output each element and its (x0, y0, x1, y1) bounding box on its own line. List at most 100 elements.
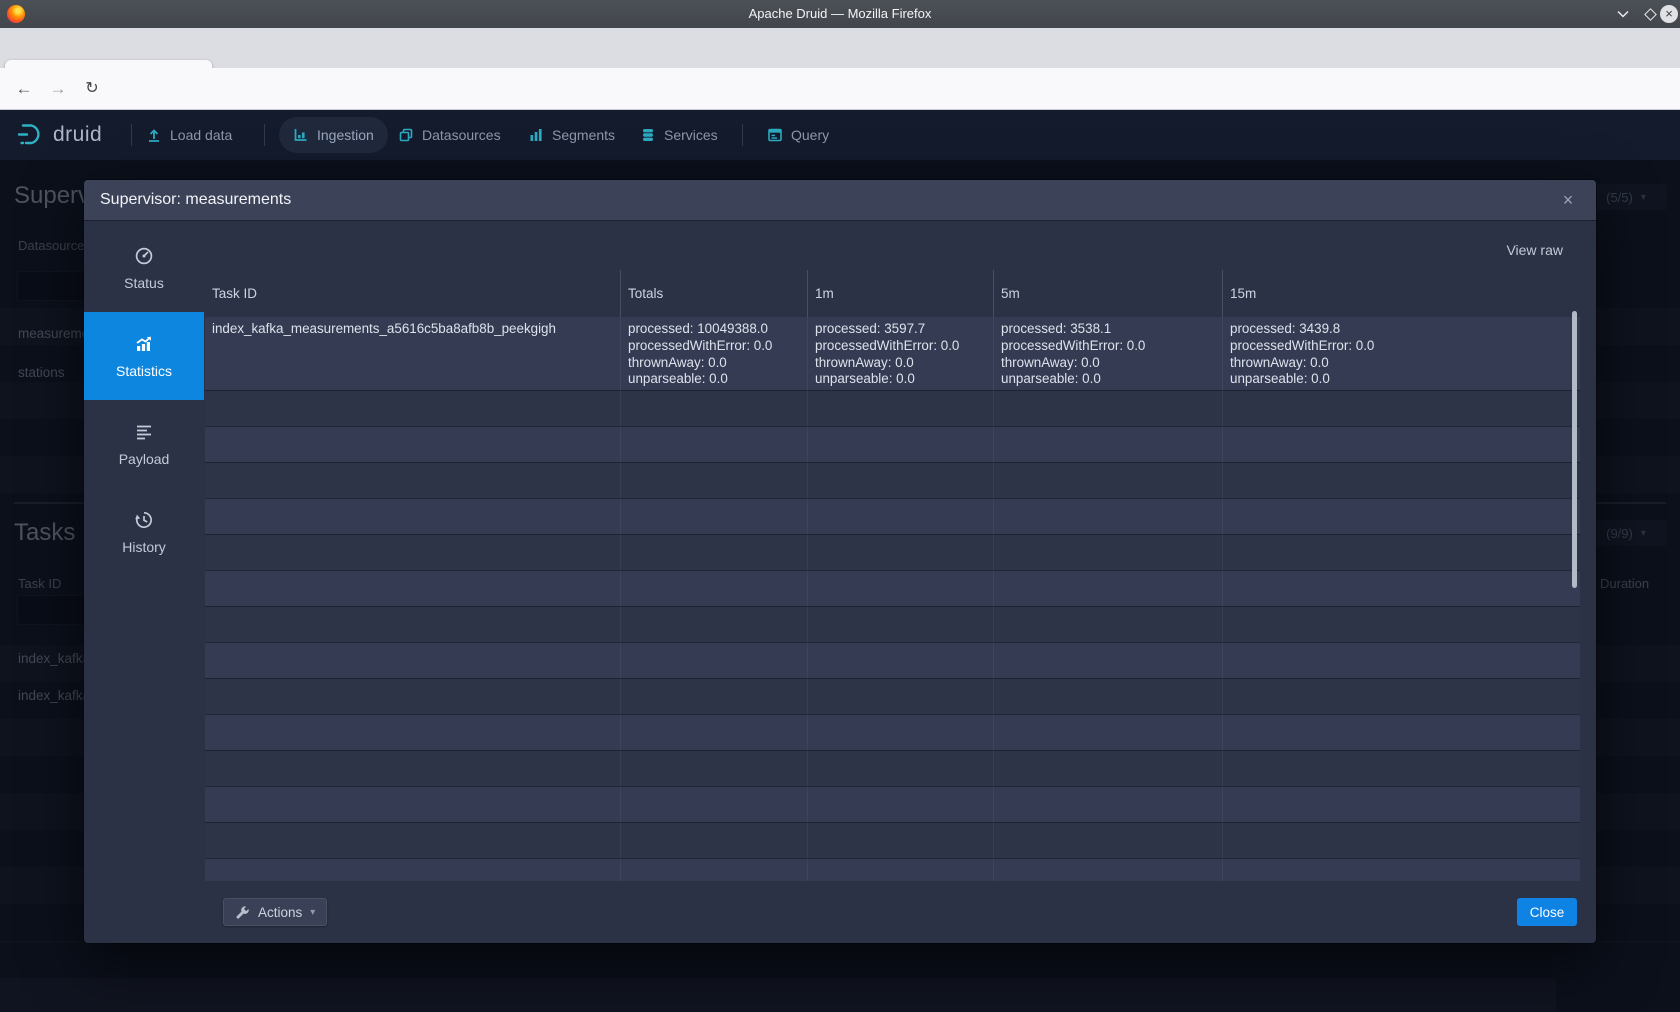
empty-cell (205, 391, 620, 426)
tab-status[interactable]: Status (84, 224, 204, 312)
table-header-row: Task ID Totals 1m 5m 15m (205, 270, 1580, 317)
nav-item-segments[interactable]: Segments (528, 110, 615, 160)
forward-button[interactable]: → (44, 68, 72, 109)
empty-cell (620, 607, 807, 642)
dialog-sidebar: Status Statistics Payload History (84, 220, 204, 943)
nav-item-label: Datasources (422, 127, 501, 143)
empty-cell (620, 787, 807, 822)
window-maximize-button[interactable] (1641, 5, 1659, 23)
reload-button[interactable]: ↻ (78, 68, 106, 109)
druid-navbar: druid Load data Ingestion Datasources Se… (0, 110, 1680, 160)
window-minimize-button[interactable] (1614, 5, 1632, 23)
nav-item-ingestion[interactable]: Ingestion (279, 117, 388, 153)
window-close-button[interactable]: × (1660, 5, 1678, 23)
statistics-table: Task ID Totals 1m 5m 15m index_kafka_mea… (205, 270, 1580, 881)
empty-cell (993, 715, 1222, 750)
nav-item-services[interactable]: Services (640, 110, 718, 160)
empty-cell (993, 535, 1222, 570)
empty-cell (993, 823, 1222, 858)
table-row-empty (205, 750, 1580, 786)
navbar-divider (742, 124, 743, 146)
druid-logo-icon (16, 122, 46, 148)
table-row-empty (205, 714, 1580, 750)
dialog-close-icon[interactable]: × (1556, 190, 1580, 211)
tab-label: Statistics (116, 363, 172, 379)
empty-cell (1222, 463, 1580, 498)
empty-cell (1222, 643, 1580, 678)
close-button[interactable]: Close (1517, 898, 1577, 926)
tab-label: Payload (119, 451, 170, 467)
column-header-totals: Totals (620, 270, 807, 317)
datasources-icon (398, 127, 414, 143)
payload-align-left-icon (134, 422, 154, 442)
empty-cell (1222, 679, 1580, 714)
actions-button-label: Actions (258, 905, 302, 920)
load-data-icon (146, 127, 162, 143)
nav-item-label: Services (664, 127, 718, 143)
empty-cell (993, 571, 1222, 606)
empty-cell (620, 715, 807, 750)
services-icon (640, 127, 656, 143)
empty-cell (620, 427, 807, 462)
table-scrollbar-thumb[interactable] (1572, 311, 1577, 588)
window-title: Apache Druid — Mozilla Firefox (0, 0, 1680, 28)
nav-item-datasources[interactable]: Datasources (398, 110, 501, 160)
empty-cell (807, 571, 993, 606)
table-row-empty (205, 822, 1580, 858)
empty-cell (620, 391, 807, 426)
dialog-header: Supervisor: measurements × (84, 180, 1596, 220)
tab-payload[interactable]: Payload (84, 400, 204, 488)
empty-cell (1222, 535, 1580, 570)
window-titlebar: Apache Druid — Mozilla Firefox × (0, 0, 1680, 28)
empty-cell (807, 715, 993, 750)
segments-icon (528, 127, 544, 143)
empty-cell (807, 535, 993, 570)
caret-down-icon: ▾ (310, 907, 315, 918)
wrench-icon (235, 905, 250, 920)
empty-cell (620, 463, 807, 498)
empty-cell (807, 391, 993, 426)
empty-cell (1222, 427, 1580, 462)
nav-item-load-data[interactable]: Load data (146, 110, 232, 160)
empty-cell (205, 679, 620, 714)
table-row-empty (205, 678, 1580, 714)
nav-item-label: Load data (170, 127, 232, 143)
cell-5m: processed: 3538.1 processedWithError: 0.… (993, 317, 1222, 392)
table-row-empty (205, 426, 1580, 462)
druid-brand[interactable]: druid (16, 110, 102, 160)
empty-cell (993, 679, 1222, 714)
empty-cell (205, 715, 620, 750)
nav-item-label: Query (791, 127, 829, 143)
table-row-empty (205, 570, 1580, 606)
empty-cell (993, 643, 1222, 678)
back-button[interactable]: ← (10, 68, 38, 109)
empty-cell (1222, 787, 1580, 822)
empty-cell (205, 859, 620, 881)
query-icon (767, 127, 783, 143)
dialog-footer: Actions ▾ Close (204, 881, 1596, 943)
tab-bar: Apache Druid × + (0, 28, 1680, 68)
empty-cell (205, 571, 620, 606)
druid-brand-label: druid (53, 123, 102, 147)
empty-cell (1222, 715, 1580, 750)
view-raw-link[interactable]: View raw (1506, 242, 1563, 258)
table-row-empty (205, 498, 1580, 534)
cell-1m: processed: 3597.7 processedWithError: 0.… (807, 317, 993, 392)
nav-item-query[interactable]: Query (767, 110, 829, 160)
empty-cell (807, 823, 993, 858)
empty-cell (205, 535, 620, 570)
empty-cell (807, 643, 993, 678)
tab-label: Status (124, 275, 164, 291)
empty-cell (620, 535, 807, 570)
tab-history[interactable]: History (84, 488, 204, 576)
column-header-task-id: Task ID (205, 270, 620, 317)
tab-statistics[interactable]: Statistics (84, 312, 204, 400)
empty-cell (993, 427, 1222, 462)
empty-cell (1222, 391, 1580, 426)
empty-cell (807, 679, 993, 714)
cell-task-id: index_kafka_measurements_a5616c5ba8afb8b… (205, 317, 620, 392)
statistics-chart-icon (134, 334, 154, 354)
browser-window: Apache Druid — Mozilla Firefox × Apache … (0, 0, 1680, 1012)
actions-button[interactable]: Actions ▾ (223, 898, 327, 926)
navbar-divider (264, 124, 265, 146)
